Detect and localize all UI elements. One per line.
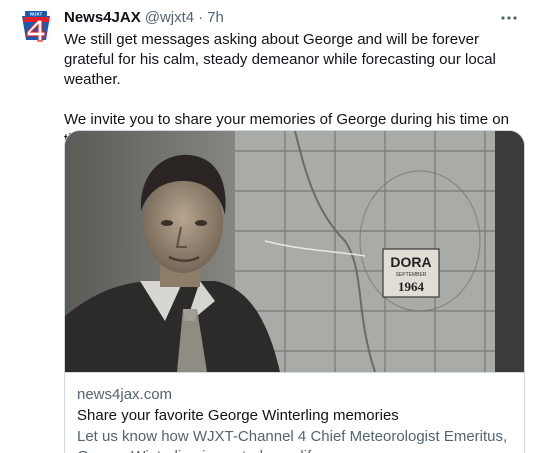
svg-text:WJXT: WJXT	[30, 11, 43, 16]
card-title[interactable]: Share your favorite George Winterling me…	[77, 406, 512, 426]
meteorologist-photo: DORA SEPTEMBER 1964	[65, 131, 524, 372]
tweet-time[interactable]: 7h	[207, 8, 224, 28]
image-label-year: 1964	[398, 279, 425, 294]
news4-logo-icon: WJXT	[16, 8, 56, 48]
card-meta[interactable]: news4jax.com Share your favorite George …	[65, 372, 524, 453]
separator: ·	[198, 9, 204, 26]
image-label-september: SEPTEMBER	[396, 272, 427, 278]
more-options-button[interactable]	[497, 6, 521, 30]
tweet-header: News4JAX @wjxt4 · 7h	[64, 8, 224, 28]
card-description: Let us know how WJXT-Channel 4 Chief Met…	[77, 428, 508, 453]
link-card[interactable]: DORA SEPTEMBER 1964 news4jax.com Share y…	[64, 130, 525, 453]
image-label-dora: DORA	[390, 254, 431, 270]
author-handle[interactable]: @wjxt4	[145, 8, 194, 28]
tweet[interactable]: WJXT News4JAX @wjxt4 · 7h We still get m…	[0, 0, 533, 453]
avatar[interactable]: WJXT	[16, 8, 56, 48]
card-image[interactable]: DORA SEPTEMBER 1964	[65, 131, 524, 372]
more-options-icon	[501, 16, 517, 20]
card-domain: news4jax.com	[77, 386, 173, 403]
author-name[interactable]: News4JAX	[64, 8, 141, 28]
